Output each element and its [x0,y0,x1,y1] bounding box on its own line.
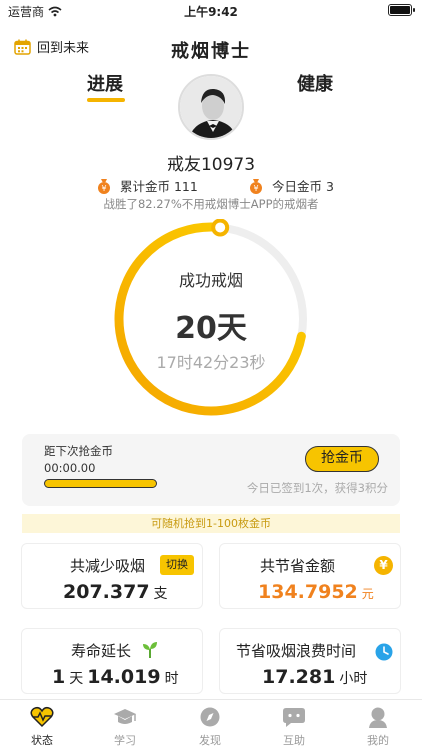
life-extension-hour-unit: 时 [164,671,179,687]
random-coins-banner: 可随机抢到1-100枚金币 [22,514,400,533]
saved-money-value: 134.7952 [258,581,358,603]
switch-button[interactable]: 切换 [160,555,194,575]
saved-money-card[interactable]: 共节省金额 ¥ 134.7952 元 [219,543,401,609]
username: 戒友10973 [166,155,256,175]
tab-mine[interactable]: 我的 [348,706,408,748]
life-extension-days: 1 [52,666,66,688]
tab-mine-label: 我的 [367,734,389,747]
tab-learn-label: 学习 [114,734,136,747]
battery-icon [388,4,415,16]
tab-discover[interactable]: 发现 [180,706,240,748]
time-saved-card[interactable]: 节省吸烟浪费时间 17.281 小时 [219,628,401,694]
avatar[interactable] [178,74,244,140]
tab-progress[interactable]: 进展 [87,70,125,102]
tab-help-label: 互助 [283,734,305,747]
total-coins-label: 累计金币 111 [120,179,198,194]
sprout-icon [143,642,157,658]
tab-help[interactable]: 互助 [264,706,324,748]
avatar-photo [180,76,242,138]
progress-knob [211,219,230,237]
quit-days: 20天 [175,311,247,346]
saved-money-value-row: 134.7952 元 [258,581,374,603]
person-icon [369,707,387,728]
life-extension-card[interactable]: 寿命延长 1 天 14.019 时 [21,628,203,694]
coin-bag-icon: ¥ [98,178,110,194]
today-coins: ¥ 今日金币 3 [248,176,334,195]
tab-status[interactable]: 状态 [12,706,72,748]
life-extension-label: 寿命延长 [71,642,132,660]
tab-status-label: 状态 [31,734,53,747]
clock-icon [375,643,393,661]
graduation-cap-icon [114,709,136,724]
tab-discover-label: 发现 [199,734,221,747]
yen-icon: ¥ [374,556,393,575]
reduced-cigarettes-card[interactable]: 共减少吸烟 切换 207.377 支 [21,543,203,609]
today-coins-label: 今日金币 3 [272,179,334,194]
quit-timer: 17时42分23秒 [156,353,266,372]
reduced-cigarettes-value-row: 207.377 支 [63,581,168,603]
chat-icon [283,708,305,727]
saved-money-label: 共节省金额 [260,557,336,575]
life-extension-hours: 14.019 [87,666,161,688]
tab-learn[interactable]: 学习 [95,706,155,748]
grab-countdown: 00:00.00 [44,461,96,475]
grab-coins-button[interactable]: 抢金币 [305,446,379,472]
reduced-cigarettes-value: 207.377 [63,581,150,603]
grab-countdown-bar [44,479,157,488]
grab-coins-title: 距下次抢金币 [44,444,113,458]
beat-percentage-text: 战胜了82.27%不用戒烟博士APP的戒烟者 [103,197,319,211]
svg-text:¥: ¥ [253,184,258,193]
quit-label: 成功戒烟 [178,271,243,290]
svg-text:¥: ¥ [101,184,106,193]
status-bar: 运营商 上午9:42 [0,0,422,22]
tab-health[interactable]: 健康 [297,70,333,96]
time-saved-value: 17.281 [262,666,336,688]
time-saved-label: 节省吸烟浪费时间 [236,642,357,660]
heart-pulse-icon [30,706,54,728]
life-extension-value-row: 1 天 14.019 时 [52,666,179,688]
status-time: 上午9:42 [184,5,238,19]
bottom-tab-bar: 状态 学习 发现 互助 我的 [0,699,422,750]
total-coins: ¥ 累计金币 111 [96,176,198,195]
time-saved-unit: 小时 [339,671,368,687]
tab-progress-label: 进展 [87,74,123,95]
coin-bag-icon: ¥ [250,178,262,194]
tab-health-label: 健康 [297,74,333,95]
reduced-cigarettes-label: 共减少吸烟 [70,557,146,575]
compass-icon [200,707,220,727]
time-saved-value-row: 17.281 小时 [262,666,367,688]
saved-money-unit: 元 [361,587,374,601]
reduced-cigarettes-unit: 支 [153,586,168,602]
app-title: 戒烟博士 [171,41,251,62]
quit-progress-ring: 成功戒烟 20天 17时42分23秒 [111,219,311,419]
life-extension-day-unit: 天 [69,671,84,687]
grab-coins-card: 距下次抢金币 00:00.00 抢金币 今日已签到1次，获得3积分 [22,434,400,506]
tab-active-underline [87,98,125,102]
sign-in-status: 今日已签到1次，获得3积分 [246,481,388,495]
